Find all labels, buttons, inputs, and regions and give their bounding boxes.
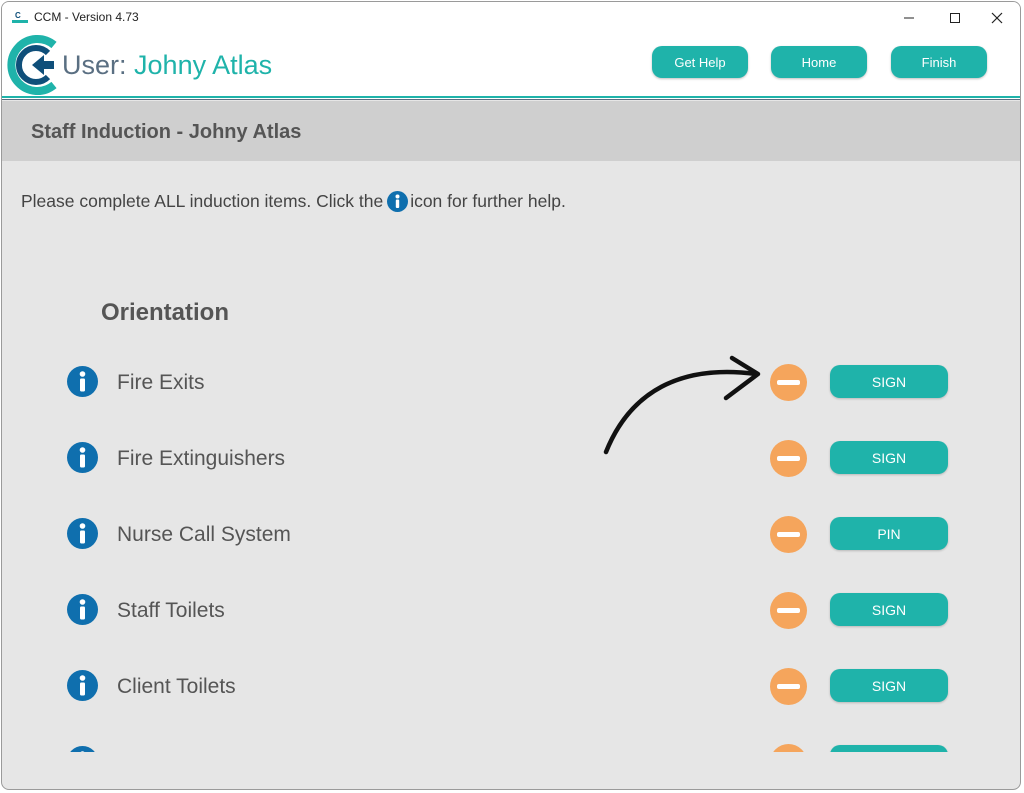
item-label: Fire Extinguishers xyxy=(117,447,286,470)
sign-button[interactable] xyxy=(830,745,948,752)
sign-button[interactable]: SIGN xyxy=(830,441,948,474)
item-label: Fire Exits xyxy=(117,371,205,394)
status-pending-icon xyxy=(770,668,807,705)
user-name: Johny Atlas xyxy=(134,50,273,80)
info-icon[interactable] xyxy=(67,670,98,701)
group-title-orientation: Orientation xyxy=(101,299,230,326)
status-pending-icon xyxy=(770,592,807,629)
status-pending-icon xyxy=(770,744,807,752)
info-icon[interactable] xyxy=(67,518,98,549)
info-icon[interactable] xyxy=(67,366,98,397)
page-title-bar: Staff Induction - Johny Atlas xyxy=(2,101,1020,161)
status-pending-icon xyxy=(770,440,807,477)
induction-item-row xyxy=(2,742,1020,752)
header-divider xyxy=(2,96,1020,98)
back-logo-icon[interactable] xyxy=(4,33,60,97)
sign-button[interactable]: SIGN xyxy=(830,669,948,702)
status-pending-icon xyxy=(770,364,807,401)
minimize-button[interactable] xyxy=(886,2,932,33)
app-header: User: Johny Atlas Get Help Home Finish xyxy=(2,33,1020,100)
induction-item-list: Fire Exits SIGN Fire Extinguishers SIGN … xyxy=(2,342,1020,752)
close-button[interactable] xyxy=(974,2,1020,33)
sign-button[interactable]: SIGN xyxy=(830,365,948,398)
user-prefix: User: xyxy=(62,50,127,80)
status-pending-icon xyxy=(770,516,807,553)
instructions-before: Please complete ALL induction items. Cli… xyxy=(21,191,384,211)
page-title: Staff Induction - Johny Atlas xyxy=(31,121,302,143)
app-logo-icon: C xyxy=(12,11,28,23)
induction-item-row: Fire Extinguishers SIGN xyxy=(2,438,1020,478)
header-divider-secondary xyxy=(2,99,1020,100)
item-label: Client Toilets xyxy=(117,675,236,698)
window-title: CCM - Version 4.73 xyxy=(34,10,139,24)
user-label: User: Johny Atlas xyxy=(62,50,272,81)
pin-button[interactable]: PIN xyxy=(830,517,948,550)
induction-item-row: Staff Toilets SIGN xyxy=(2,590,1020,630)
maximize-icon xyxy=(950,12,960,23)
item-label: Nurse Call System xyxy=(117,523,291,546)
info-icon[interactable] xyxy=(67,594,98,625)
item-label: Staff Toilets xyxy=(117,599,225,622)
info-icon xyxy=(387,191,409,212)
annotation-arrow-icon xyxy=(603,355,761,455)
induction-item-row: Client Toilets SIGN xyxy=(2,666,1020,706)
info-icon[interactable] xyxy=(67,746,98,752)
maximize-button[interactable] xyxy=(932,2,978,33)
get-help-button[interactable]: Get Help xyxy=(652,46,748,78)
sign-button[interactable]: SIGN xyxy=(830,593,948,626)
app-window: C CCM - Version 4.73 User: Johny Atlas G… xyxy=(1,1,1021,790)
finish-button[interactable]: Finish xyxy=(891,46,987,78)
induction-item-row: Nurse Call System PIN xyxy=(2,514,1020,554)
close-icon xyxy=(991,12,1003,23)
minimize-icon xyxy=(904,17,914,18)
info-icon[interactable] xyxy=(67,442,98,473)
title-bar: C CCM - Version 4.73 xyxy=(2,2,1020,33)
home-button[interactable]: Home xyxy=(771,46,867,78)
instructions-text: Please complete ALL induction items. Cli… xyxy=(21,191,566,212)
induction-item-row: Fire Exits SIGN xyxy=(2,362,1020,402)
instructions-after: icon for further help. xyxy=(410,191,566,211)
svg-text:C: C xyxy=(15,11,21,20)
